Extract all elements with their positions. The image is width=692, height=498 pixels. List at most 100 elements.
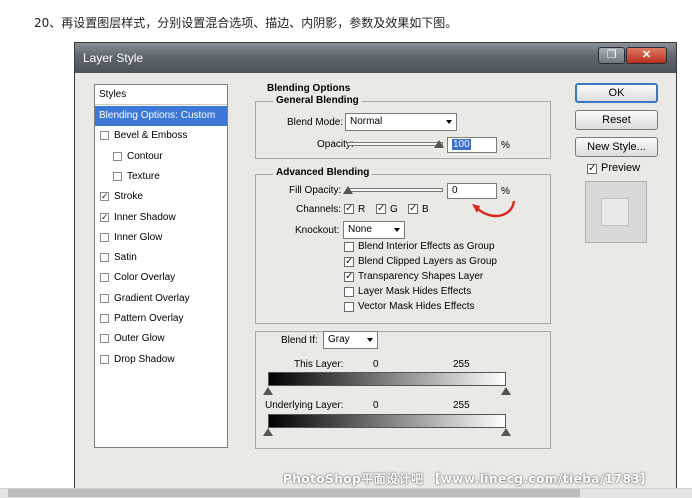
blending-options-title: Blending Options bbox=[267, 83, 351, 94]
sidebar-item[interactable]: Pattern Overlay bbox=[95, 309, 227, 329]
red-arrow-annotation bbox=[472, 200, 516, 218]
sidebar-item[interactable]: Gradient Overlay bbox=[95, 289, 227, 309]
advanced-option-label: Layer Mask Hides Effects bbox=[358, 286, 472, 297]
dialog-title: Layer Style bbox=[83, 51, 144, 65]
this-layer-white-handle[interactable] bbox=[501, 387, 511, 395]
channel-label: G bbox=[390, 204, 398, 215]
advanced-blending-title: Advanced Blending bbox=[273, 167, 373, 178]
fill-opacity-slider-handle[interactable] bbox=[343, 186, 353, 194]
chevron-down-icon bbox=[394, 228, 400, 232]
channel-label: R bbox=[358, 204, 366, 215]
knockout-label: Knockout: bbox=[295, 225, 340, 236]
underlying-white-handle[interactable] bbox=[501, 428, 511, 436]
opacity-percent: % bbox=[501, 140, 510, 151]
sidebar-item-checkbox[interactable]: ✓ bbox=[100, 192, 109, 202]
sidebar-item-label: Stroke bbox=[114, 191, 143, 203]
styles-header[interactable]: Styles bbox=[95, 85, 227, 105]
preview-checkbox[interactable]: ✓ bbox=[587, 164, 597, 174]
close-icon: ✕ bbox=[641, 49, 652, 61]
advanced-option-checkbox[interactable] bbox=[344, 287, 354, 297]
sidebar-item-checkbox[interactable] bbox=[100, 273, 109, 283]
fill-opacity-slider[interactable] bbox=[347, 188, 443, 192]
title-bar[interactable]: Layer Style ❐ ✕ bbox=[75, 43, 676, 73]
sidebar-item[interactable]: Color Overlay bbox=[95, 268, 227, 288]
sidebar-item-checkbox[interactable] bbox=[113, 171, 122, 181]
sidebar-item-label: Texture bbox=[127, 170, 160, 182]
opacity-slider-handle[interactable] bbox=[434, 140, 444, 148]
opacity-input[interactable]: 100 bbox=[447, 137, 497, 153]
ok-button[interactable]: OK bbox=[575, 83, 658, 103]
advanced-option-checkbox[interactable] bbox=[344, 242, 354, 252]
sidebar-item[interactable]: Contour bbox=[95, 147, 227, 167]
underlying-layer-label: Underlying Layer: bbox=[265, 400, 344, 411]
sidebar-item[interactable]: Satin bbox=[95, 248, 227, 268]
sidebar-item-checkbox[interactable] bbox=[100, 314, 109, 323]
reset-button[interactable]: Reset bbox=[575, 110, 658, 130]
blend-mode-label: Blend Mode: bbox=[287, 117, 344, 128]
advanced-option-checkbox[interactable]: ✓ bbox=[344, 257, 354, 267]
this-layer-max: 255 bbox=[453, 359, 470, 370]
sidebar-item-label: Bevel & Emboss bbox=[114, 130, 188, 142]
general-blending-title: General Blending bbox=[273, 95, 362, 106]
close-button[interactable]: ✕ bbox=[626, 47, 667, 64]
channel-checkbox[interactable]: ✓ bbox=[344, 204, 354, 214]
fill-opacity-value: 0 bbox=[452, 185, 458, 196]
sidebar-item-label: Blending Options: Custom bbox=[99, 110, 216, 121]
sidebar-item-label: Color Overlay bbox=[114, 272, 176, 284]
preview-label[interactable]: Preview bbox=[601, 162, 640, 174]
sidebar-item[interactable]: ✓ Inner Shadow bbox=[95, 208, 227, 228]
restore-button[interactable]: ❐ bbox=[598, 47, 625, 64]
advanced-option-checkbox[interactable]: ✓ bbox=[344, 272, 354, 282]
sidebar-item-checkbox[interactable] bbox=[113, 151, 122, 161]
sidebar-item-checkbox[interactable] bbox=[100, 131, 109, 141]
scrollbar-thumb[interactable] bbox=[8, 489, 580, 497]
styles-list: Styles Blending Options: Custom Bevel & E… bbox=[94, 84, 228, 448]
sidebar-item[interactable]: Inner Glow bbox=[95, 228, 227, 248]
channel-label: B bbox=[422, 204, 429, 215]
sidebar-item-label: Drop Shadow bbox=[114, 353, 175, 365]
sidebar-item-label: Pattern Overlay bbox=[114, 313, 184, 324]
sidebar-item-label: Satin bbox=[114, 252, 137, 264]
blend-mode-value: Normal bbox=[350, 116, 383, 127]
this-layer-gradient bbox=[268, 372, 506, 386]
channel-checkbox[interactable]: ✓ bbox=[376, 204, 386, 214]
underlying-gradient bbox=[268, 414, 506, 428]
sidebar-item[interactable]: Texture bbox=[95, 167, 227, 187]
blend-if-value: Gray bbox=[328, 334, 350, 345]
this-layer-min: 0 bbox=[373, 359, 379, 370]
sidebar-item-checkbox[interactable] bbox=[100, 253, 109, 263]
sidebar-item[interactable]: Drop Shadow bbox=[95, 350, 227, 370]
opacity-slider[interactable] bbox=[347, 142, 443, 146]
advanced-option-label: Vector Mask Hides Effects bbox=[358, 301, 475, 312]
underlying-black-handle[interactable] bbox=[263, 428, 273, 436]
sidebar-item-label: Outer Glow bbox=[114, 333, 165, 345]
sidebar-item-checkbox[interactable] bbox=[100, 334, 109, 344]
sidebar-item[interactable]: Outer Glow bbox=[95, 329, 227, 349]
sidebar-item[interactable]: Bevel & Emboss bbox=[95, 126, 227, 146]
opacity-value: 100 bbox=[452, 139, 471, 150]
new-style-button[interactable]: New Style... bbox=[575, 137, 658, 157]
knockout-select[interactable]: None bbox=[343, 221, 405, 239]
sidebar-item-checkbox[interactable] bbox=[100, 293, 109, 303]
chevron-down-icon bbox=[367, 338, 373, 342]
tutorial-caption: 20、再设置图层样式，分别设置混合选项、描边、内阴影，参数及效果如下图。 bbox=[34, 16, 458, 30]
this-layer-black-handle[interactable] bbox=[263, 387, 273, 395]
sidebar-item-checkbox[interactable] bbox=[100, 232, 109, 242]
sidebar-item[interactable]: ✓ Stroke bbox=[95, 187, 227, 207]
sidebar-item-label: Inner Glow bbox=[114, 231, 163, 243]
advanced-option-checkbox[interactable] bbox=[344, 302, 354, 312]
this-layer-label: This Layer: bbox=[294, 359, 344, 370]
blend-mode-select[interactable]: Normal bbox=[345, 113, 457, 131]
sidebar-item[interactable]: Blending Options: Custom bbox=[95, 106, 227, 126]
blend-if-select[interactable]: Gray bbox=[323, 331, 378, 349]
sidebar-item-checkbox[interactable]: ✓ bbox=[100, 212, 109, 222]
channels-label: Channels: bbox=[296, 204, 342, 215]
sidebar-item-checkbox[interactable] bbox=[100, 354, 109, 364]
restore-icon: ❐ bbox=[606, 49, 617, 61]
sidebar-item-label: Inner Shadow bbox=[114, 211, 176, 223]
sidebar-item-label: Contour bbox=[127, 150, 163, 162]
fill-opacity-label: Fill Opacity: bbox=[289, 185, 342, 196]
layer-style-dialog: Layer Style ❐ ✕ Styles Blending Options:… bbox=[74, 42, 677, 498]
style-preview-inner bbox=[601, 198, 629, 226]
channel-checkbox[interactable]: ✓ bbox=[408, 204, 418, 214]
